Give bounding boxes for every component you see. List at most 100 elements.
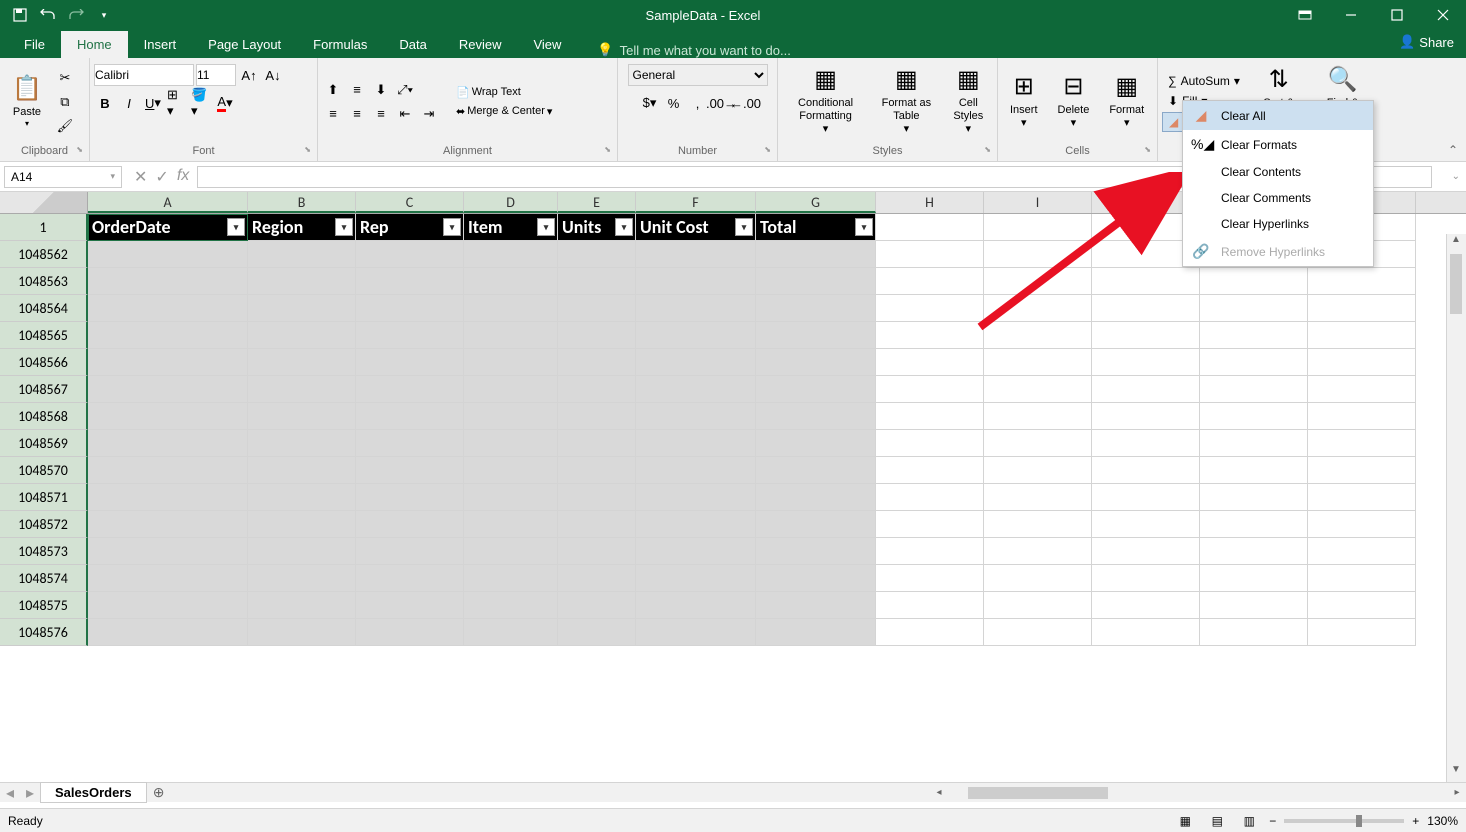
format-as-table-button[interactable]: ▦Format as Table▾ — [873, 62, 940, 140]
cell[interactable]: OrderDate▾ — [88, 214, 248, 241]
cell[interactable] — [88, 511, 248, 538]
cell[interactable] — [248, 295, 356, 322]
filter-button[interactable]: ▾ — [227, 218, 245, 236]
tab-page-layout[interactable]: Page Layout — [192, 31, 297, 58]
clear-all-item[interactable]: ◢ Clear All — [1183, 101, 1373, 130]
cell[interactable] — [636, 241, 756, 268]
wrap-text-button[interactable]: 📄 Wrap Text — [452, 84, 556, 101]
col-head-D[interactable]: D — [464, 192, 558, 213]
cell[interactable] — [356, 403, 464, 430]
cell[interactable] — [1200, 403, 1308, 430]
sheet-nav-prev[interactable]: ◂ — [0, 783, 20, 803]
cell[interactable] — [1308, 565, 1416, 592]
cell[interactable] — [984, 241, 1092, 268]
cell[interactable] — [756, 565, 876, 592]
cell[interactable] — [356, 592, 464, 619]
cell[interactable] — [356, 484, 464, 511]
cell[interactable] — [1200, 457, 1308, 484]
row-head[interactable]: 1048567 — [0, 376, 88, 403]
cell[interactable]: Item▾ — [464, 214, 558, 241]
cell[interactable] — [636, 376, 756, 403]
cell[interactable] — [558, 322, 636, 349]
row-head[interactable]: 1048571 — [0, 484, 88, 511]
cell[interactable] — [756, 376, 876, 403]
cell[interactable] — [88, 268, 248, 295]
cell[interactable] — [876, 457, 984, 484]
zoom-in-button[interactable]: + — [1412, 814, 1419, 828]
cell[interactable] — [876, 484, 984, 511]
cell[interactable] — [636, 295, 756, 322]
align-left-button[interactable]: ≡ — [322, 103, 344, 125]
cell[interactable] — [464, 592, 558, 619]
cell[interactable] — [1092, 322, 1200, 349]
cell[interactable] — [558, 457, 636, 484]
tab-review[interactable]: Review — [443, 31, 518, 58]
tab-data[interactable]: Data — [383, 31, 442, 58]
collapse-ribbon-button[interactable]: ⌃ — [1448, 143, 1458, 157]
cell[interactable] — [464, 349, 558, 376]
cell[interactable] — [464, 268, 558, 295]
merge-center-button[interactable]: ⬌ Merge & Center ▾ — [452, 103, 556, 120]
cell[interactable] — [1200, 511, 1308, 538]
col-head-F[interactable]: F — [636, 192, 756, 213]
cell[interactable] — [984, 592, 1092, 619]
cell[interactable]: Units▾ — [558, 214, 636, 241]
increase-indent-button[interactable]: ⇥ — [418, 103, 440, 125]
cell[interactable] — [984, 484, 1092, 511]
cell[interactable] — [756, 619, 876, 646]
cell[interactable] — [1092, 457, 1200, 484]
fx-button[interactable]: fx — [177, 167, 189, 187]
cell[interactable] — [88, 295, 248, 322]
cell[interactable] — [88, 403, 248, 430]
cell[interactable] — [876, 430, 984, 457]
filter-button[interactable]: ▾ — [615, 218, 633, 236]
scroll-right-arrow[interactable]: ▸ — [1448, 787, 1466, 798]
scroll-down-arrow[interactable]: ▼ — [1447, 764, 1465, 782]
cell[interactable] — [876, 322, 984, 349]
cell-styles-button[interactable]: ▦Cell Styles▾ — [944, 62, 993, 140]
row-head[interactable]: 1048569 — [0, 430, 88, 457]
cell[interactable] — [356, 295, 464, 322]
cell[interactable] — [248, 322, 356, 349]
cell[interactable] — [756, 349, 876, 376]
cell[interactable] — [636, 484, 756, 511]
accounting-format-button[interactable]: $▾ — [639, 92, 661, 114]
cell[interactable] — [1092, 619, 1200, 646]
undo-button[interactable] — [36, 4, 60, 26]
col-head-B[interactable]: B — [248, 192, 356, 213]
cell[interactable] — [636, 322, 756, 349]
cell[interactable] — [756, 268, 876, 295]
page-layout-view-button[interactable]: ▤ — [1205, 812, 1229, 830]
fill-color-button[interactable]: 🪣▾ — [190, 92, 212, 114]
cell[interactable] — [356, 322, 464, 349]
cell[interactable] — [756, 457, 876, 484]
number-format-select[interactable]: General — [628, 64, 768, 86]
cell[interactable] — [1308, 403, 1416, 430]
cell[interactable] — [88, 376, 248, 403]
maximize-button[interactable] — [1374, 0, 1420, 30]
cell[interactable] — [876, 619, 984, 646]
zoom-slider[interactable] — [1284, 819, 1404, 823]
cell[interactable] — [558, 268, 636, 295]
cell[interactable] — [464, 457, 558, 484]
cell[interactable] — [1200, 619, 1308, 646]
paste-button[interactable]: 📋 Paste ▾ — [4, 71, 50, 133]
cell[interactable] — [876, 565, 984, 592]
font-color-button[interactable]: A▾ — [214, 92, 236, 114]
filter-button[interactable]: ▾ — [537, 218, 555, 236]
cell[interactable] — [464, 538, 558, 565]
cell[interactable] — [88, 484, 248, 511]
cell[interactable] — [464, 565, 558, 592]
cell[interactable] — [464, 484, 558, 511]
bold-button[interactable]: B — [94, 92, 116, 114]
filter-button[interactable]: ▾ — [855, 218, 873, 236]
clear-formats-item[interactable]: %◢ Clear Formats — [1183, 130, 1373, 159]
cell[interactable]: Region▾ — [248, 214, 356, 241]
cell[interactable] — [876, 295, 984, 322]
worksheet-grid[interactable]: 1OrderDate▾Region▾Rep▾Item▾Units▾Unit Co… — [0, 214, 1466, 714]
cell[interactable] — [356, 565, 464, 592]
cell[interactable] — [876, 592, 984, 619]
filter-button[interactable]: ▾ — [443, 218, 461, 236]
page-break-view-button[interactable]: ▥ — [1237, 812, 1261, 830]
decrease-font-button[interactable]: A↓ — [262, 64, 284, 86]
